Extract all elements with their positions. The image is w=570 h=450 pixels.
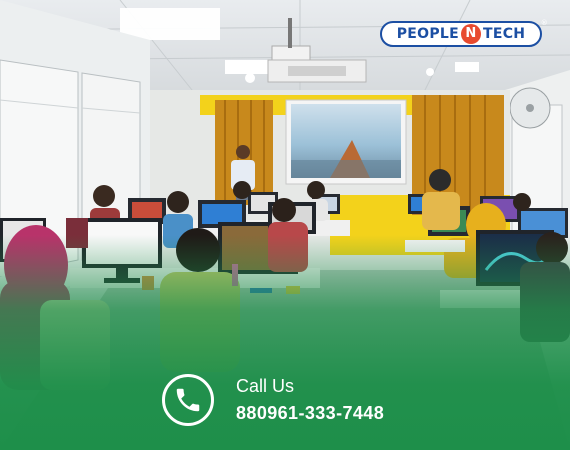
call-us-label: Call Us xyxy=(236,376,295,396)
registered-mark: ® xyxy=(540,19,548,27)
phone-glyph xyxy=(176,388,200,412)
promo-banner: PEOPLE N TECH ® Call Us 880961-333-7448 xyxy=(0,0,570,450)
phone-number[interactable]: 880961-333-7448 xyxy=(236,401,384,425)
logo-text-people: PEOPLE xyxy=(396,26,459,42)
logo-text-tech: TECH xyxy=(482,26,526,42)
call-text: Call Us 880961-333-7448 xyxy=(236,375,384,425)
logo-n-mark: N xyxy=(460,24,481,44)
people-n-tech-logo: PEOPLE N TECH ® xyxy=(380,19,548,47)
phone-icon[interactable] xyxy=(162,374,214,426)
call-us-block[interactable]: Call Us 880961-333-7448 xyxy=(162,374,384,426)
